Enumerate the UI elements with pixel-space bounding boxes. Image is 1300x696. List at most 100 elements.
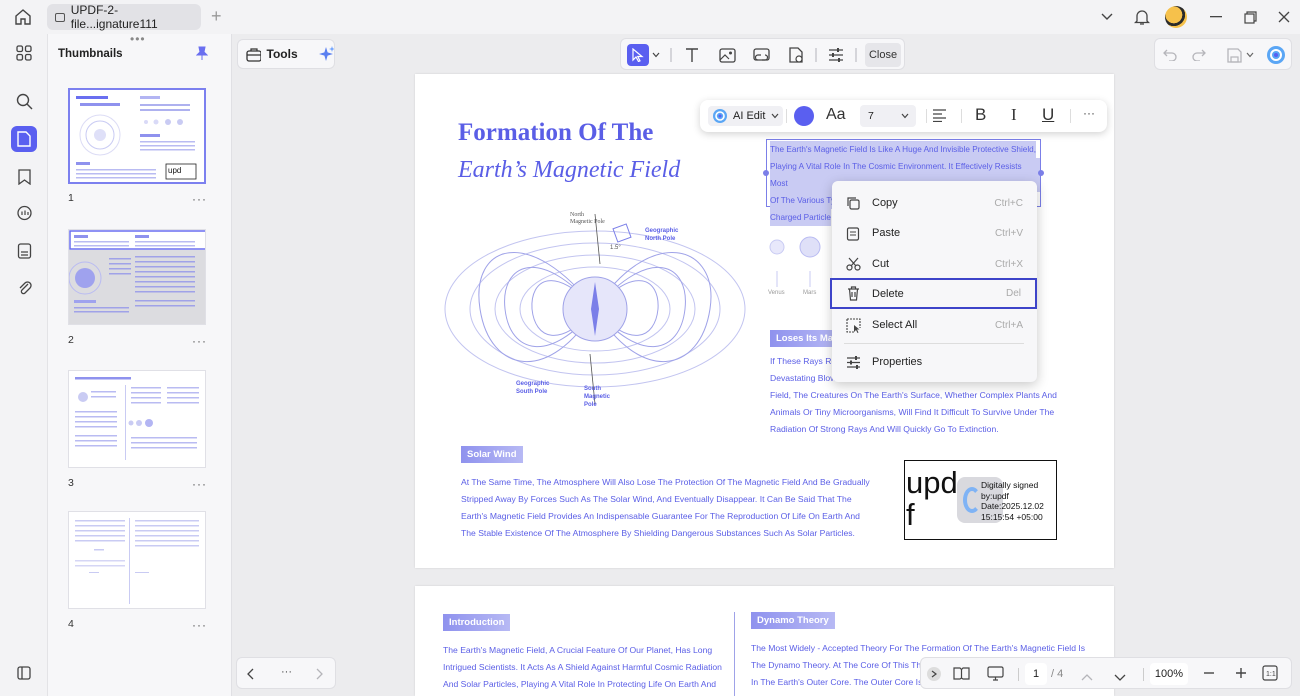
chevron-right-icon <box>931 670 937 678</box>
thumbnail-more-4[interactable]: ··· <box>192 618 207 632</box>
font-button[interactable]: Aa <box>826 106 846 124</box>
thumbnail-more-3[interactable]: ··· <box>192 477 207 491</box>
new-tab-button[interactable]: + <box>211 6 222 27</box>
close-edit-button[interactable]: Close <box>865 43 901 67</box>
menu-item-copy[interactable]: Copy Ctrl+C <box>832 189 1037 217</box>
chevron-left-icon <box>247 668 254 680</box>
svg-text:Geographic: Geographic <box>516 381 550 387</box>
thumbnail-page-4[interactable] <box>68 511 206 609</box>
menu-item-select-all[interactable]: Select All Ctrl+A <box>832 311 1037 339</box>
more-button[interactable]: ··· <box>281 666 292 678</box>
properties-toggle-button[interactable] <box>825 44 847 66</box>
more-options-button[interactable]: ··· <box>1083 106 1095 120</box>
save-dropdown[interactable] <box>1244 44 1256 66</box>
home-button[interactable] <box>10 6 36 28</box>
add-text-button[interactable] <box>681 44 703 66</box>
document-tab-icon <box>55 12 65 22</box>
tools-button[interactable]: Tools <box>237 39 335 69</box>
layers-button[interactable] <box>11 660 37 686</box>
underline-button[interactable]: U <box>1042 105 1054 125</box>
panel-drag-handle[interactable]: ••• <box>130 32 146 46</box>
svg-text:Geographic: Geographic <box>645 228 679 234</box>
digital-signature-field[interactable]: upd f Digitally signed by:updf Date:2025… <box>904 460 1057 540</box>
account-button[interactable] <box>1164 6 1188 28</box>
notifications-button[interactable] <box>1130 6 1154 28</box>
resize-handle-right[interactable] <box>1038 170 1044 176</box>
undo-icon <box>1163 49 1177 61</box>
chevron-down-icon <box>771 113 779 119</box>
ai-sparkle-icon[interactable] <box>318 45 334 63</box>
next-button[interactable] <box>315 667 323 685</box>
select-tool-dropdown[interactable] <box>650 44 662 66</box>
menu-item-delete[interactable]: Delete Del <box>830 278 1037 309</box>
selected-text-line: The Earth's Magnetic Field Is Like A Hug… <box>770 141 1036 158</box>
toolbar-divider <box>926 109 927 123</box>
document-tab[interactable]: UPDF-2-file...ignature111 <box>47 3 201 31</box>
thumbnail-more-2[interactable]: ··· <box>192 334 207 348</box>
body-line: Stripped Away By Forces Such As The Sola… <box>461 494 852 504</box>
thumbnails-button[interactable] <box>11 126 37 152</box>
next-page-button[interactable] <box>1114 669 1126 687</box>
thumbnail-page-2[interactable] <box>68 229 206 325</box>
grid-icon <box>16 45 32 61</box>
zoom-out-button[interactable] <box>1203 666 1215 685</box>
font-size-select[interactable]: 7 <box>860 105 916 127</box>
thumbnail-label-2: 2 <box>68 334 74 346</box>
reading-mode-button[interactable] <box>953 666 970 685</box>
svg-text:South Pole: South Pole <box>516 389 548 395</box>
text-color-button[interactable] <box>794 106 814 126</box>
selected-text-line: Of The Various Ty <box>770 192 836 209</box>
search-icon <box>16 93 32 109</box>
thumbnail-more-1[interactable]: ··· <box>192 192 207 206</box>
body-line: Animals Or Tiny Microorganisms, Will Fin… <box>770 407 1055 417</box>
thumbnail-page-1[interactable]: upd <box>68 88 206 184</box>
chevron-up-icon <box>1081 674 1093 681</box>
zoom-in-button[interactable] <box>1235 666 1247 685</box>
body-text-block: At The Same Time, The Atmosphere Will Al… <box>461 474 870 542</box>
select-tool-button[interactable] <box>627 44 649 66</box>
bold-button[interactable]: B <box>975 105 986 125</box>
search-button[interactable] <box>11 88 37 114</box>
add-image-button[interactable] <box>716 44 738 66</box>
body-line: The Stable Existence Of The Atmosphere B… <box>461 528 855 538</box>
close-window-button[interactable] <box>1272 6 1296 28</box>
tab-list-button[interactable] <box>1095 6 1119 28</box>
undo-button[interactable] <box>1159 44 1181 66</box>
text-icon <box>686 48 698 62</box>
watermark-button[interactable] <box>784 44 806 66</box>
fit-page-button[interactable]: 1:1 <box>1262 665 1278 686</box>
ai-edit-button[interactable]: AI Edit <box>708 106 784 126</box>
add-link-button[interactable] <box>750 44 772 66</box>
body-line: At The Same Time, The Atmosphere Will Al… <box>461 477 870 487</box>
attachments-button[interactable] <box>11 274 37 300</box>
prev-button[interactable] <box>247 667 255 685</box>
redo-button[interactable] <box>1188 44 1210 66</box>
italic-button[interactable]: I <box>1011 105 1017 125</box>
collapse-button[interactable] <box>927 667 941 681</box>
menu-item-shortcut: Ctrl+C <box>994 197 1023 209</box>
maximize-button[interactable] <box>1238 6 1262 28</box>
resize-handle-left[interactable] <box>763 170 769 176</box>
organize-button[interactable] <box>11 40 37 66</box>
panel-title: Thumbnails <box>58 48 123 60</box>
thumbnail-preview <box>75 518 199 604</box>
menu-item-properties[interactable]: Properties <box>832 348 1037 376</box>
previous-page-button[interactable] <box>1081 668 1093 686</box>
present-button[interactable] <box>987 666 1004 686</box>
toolbar-divider <box>786 109 787 123</box>
save-button[interactable] <box>1223 44 1245 66</box>
menu-item-paste[interactable]: Paste Ctrl+V <box>832 219 1037 247</box>
minimize-button[interactable] <box>1204 6 1228 28</box>
comments-button[interactable] <box>11 200 37 226</box>
menu-item-shortcut: Del <box>1005 288 1021 299</box>
thumbnail-page-3[interactable] <box>68 370 206 468</box>
pin-button[interactable] <box>195 46 209 65</box>
menu-item-cut[interactable]: Cut Ctrl+X <box>832 250 1037 278</box>
ai-assistant-button[interactable] <box>1265 44 1287 66</box>
align-button[interactable] <box>932 109 947 127</box>
page-number-input[interactable]: 1 <box>1025 663 1047 685</box>
bookmarks-button[interactable] <box>11 164 37 190</box>
selected-text-line: Charged Particle <box>770 209 831 226</box>
zoom-level-input[interactable]: 100% <box>1150 663 1188 685</box>
attachments-list-button[interactable] <box>11 238 37 264</box>
